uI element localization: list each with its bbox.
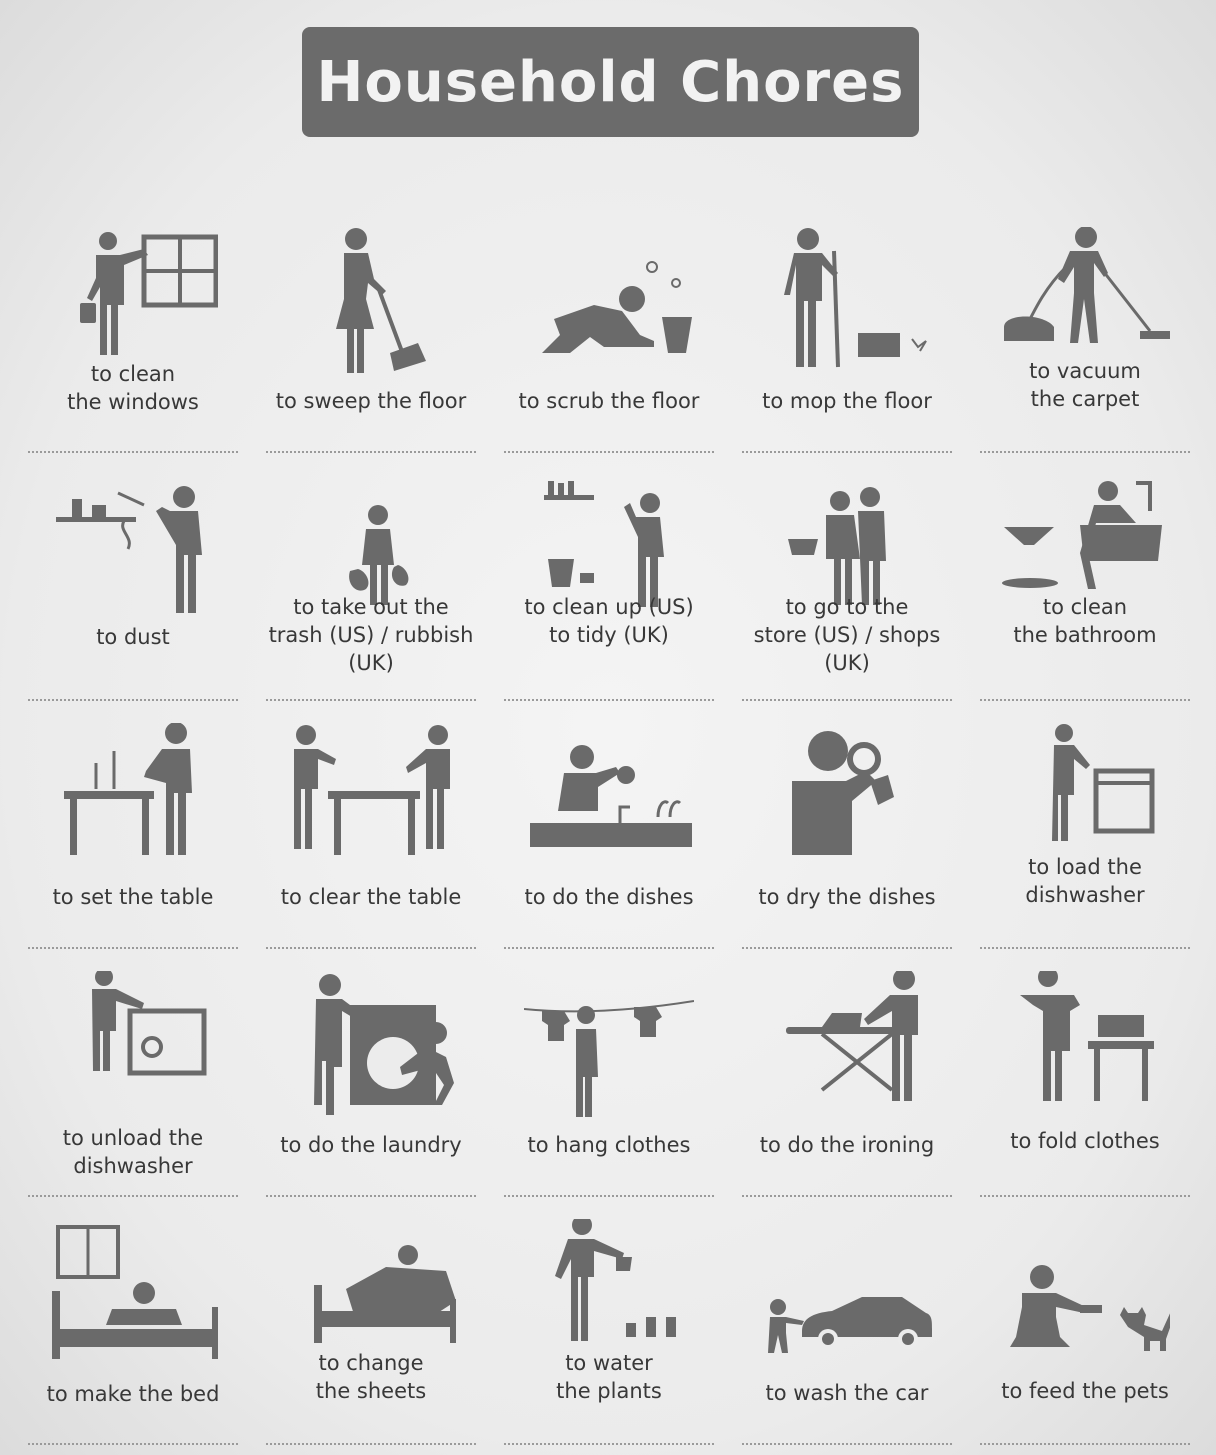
chore-label: to clear the table [280, 885, 462, 909]
clear-table-icon [294, 725, 450, 855]
chore-card: to unload the dishwasher [14, 949, 252, 1197]
chore-card: to go to the store (US) / shops (UK) [728, 453, 966, 701]
chore-card: to make the bed [14, 1197, 252, 1445]
chore-card: to wash the car [728, 1197, 966, 1445]
vacuum-icon [1004, 227, 1170, 343]
window-cleaning-icon [80, 232, 218, 355]
chore-label: to do the dishes [524, 885, 694, 909]
chore-label: to set the table [52, 885, 214, 909]
chore-label: to go to the store (US) / shops (UK) [753, 595, 941, 675]
chore-label: to clean up (US) to tidy (UK) [524, 595, 694, 647]
sink-icon [530, 745, 692, 847]
chore-card: to do the ironing [728, 949, 966, 1197]
divider [980, 1443, 1190, 1445]
chore-card: to vacuum the carpet [966, 205, 1204, 453]
chores-row: to make the bed to change the sheets to … [14, 1197, 1204, 1445]
chores-row: to set the table to clear the table to d… [14, 701, 1204, 949]
chore-label: to feed the pets [1001, 1379, 1169, 1403]
chore-card: to do the dishes [490, 701, 728, 949]
chore-card: to sweep the floor [252, 205, 490, 453]
chores-grid: to clean the windows to sweep the floor [14, 205, 1204, 1445]
iron-icon [786, 971, 918, 1101]
broom-icon [336, 228, 426, 373]
sheets-icon [314, 1245, 456, 1343]
bed-icon [52, 1225, 218, 1359]
chore-card: to scrub the floor [490, 205, 728, 453]
cat-icon [1010, 1265, 1170, 1351]
chore-label: to sweep the floor [275, 389, 467, 413]
chore-label: to do the ironing [759, 1133, 935, 1157]
scrub-brush-icon [542, 261, 692, 353]
chore-card: to dust [14, 453, 252, 701]
chore-label: to water the plants [556, 1351, 662, 1403]
chore-label: to load the dishwasher [1025, 855, 1145, 907]
chore-label: to clean the windows [67, 362, 199, 414]
chore-card: to clean the bathroom [966, 453, 1204, 701]
chore-card: to do the laundry [252, 949, 490, 1197]
chore-card: to feed the pets [966, 1197, 1204, 1445]
chore-label: to vacuum the carpet [1029, 359, 1141, 411]
chore-card: to dry the dishes [728, 701, 966, 949]
chore-label: to take out the trash (US) / rubbish (UK… [268, 595, 474, 675]
chore-label: to mop the floor [762, 389, 932, 413]
duster-icon [56, 486, 202, 613]
clothesline-icon [524, 1000, 694, 1117]
chore-label: to make the bed [46, 1382, 220, 1406]
chore-card: to hang clothes [490, 949, 728, 1197]
car-icon [768, 1297, 932, 1353]
folded-clothes-icon [1020, 971, 1154, 1101]
chore-card: to clean the windows [14, 205, 252, 453]
chore-label: to clean the bathroom [1013, 595, 1157, 647]
chore-card: to change the sheets [252, 1197, 490, 1445]
chores-row: to dust to take out the trash (US) / rub… [14, 453, 1204, 701]
dishwasher-load-icon [1052, 724, 1155, 841]
divider [742, 1443, 952, 1445]
chore-card: to mop the floor [728, 205, 966, 453]
chore-label: to wash the car [765, 1381, 929, 1405]
chore-label: to dust [96, 625, 170, 649]
chore-label: to fold clothes [1010, 1129, 1160, 1153]
chores-row: to clean the windows to sweep the floor [14, 205, 1204, 453]
set-table-icon [64, 723, 192, 855]
chore-card: to clean up (US) to tidy (UK) [490, 453, 728, 701]
chores-row: to unload the dishwasher to do the laund… [14, 949, 1204, 1197]
dish-towel-icon [792, 731, 894, 855]
chore-label: to change the sheets [315, 1351, 427, 1403]
dishwasher-unload-icon [92, 971, 207, 1076]
chore-label: to hang clothes [527, 1133, 691, 1157]
watering-can-icon [555, 1219, 676, 1341]
washing-machine-icon [314, 974, 454, 1115]
chore-label: to do the laundry [280, 1133, 462, 1157]
divider [504, 1443, 714, 1445]
chore-label: to unload the dishwasher [62, 1126, 204, 1178]
chore-card: to take out the trash (US) / rubbish (UK… [252, 453, 490, 701]
chore-label: to dry the dishes [758, 885, 936, 909]
chores-poster: Household Chores to clean the windows to… [0, 0, 1216, 1455]
chore-card: to clear the table [252, 701, 490, 949]
page-title: Household Chores [316, 49, 905, 115]
title-banner: Household Chores [302, 27, 919, 137]
chore-card: to fold clothes [966, 949, 1204, 1197]
chore-card: to water the plants [490, 1197, 728, 1445]
chore-label: to scrub the floor [518, 389, 700, 413]
mop-icon [784, 228, 927, 368]
chore-card: to load the dishwasher [966, 701, 1204, 949]
chore-card: to set the table [14, 701, 252, 949]
divider [28, 1443, 238, 1445]
divider [266, 1443, 476, 1445]
